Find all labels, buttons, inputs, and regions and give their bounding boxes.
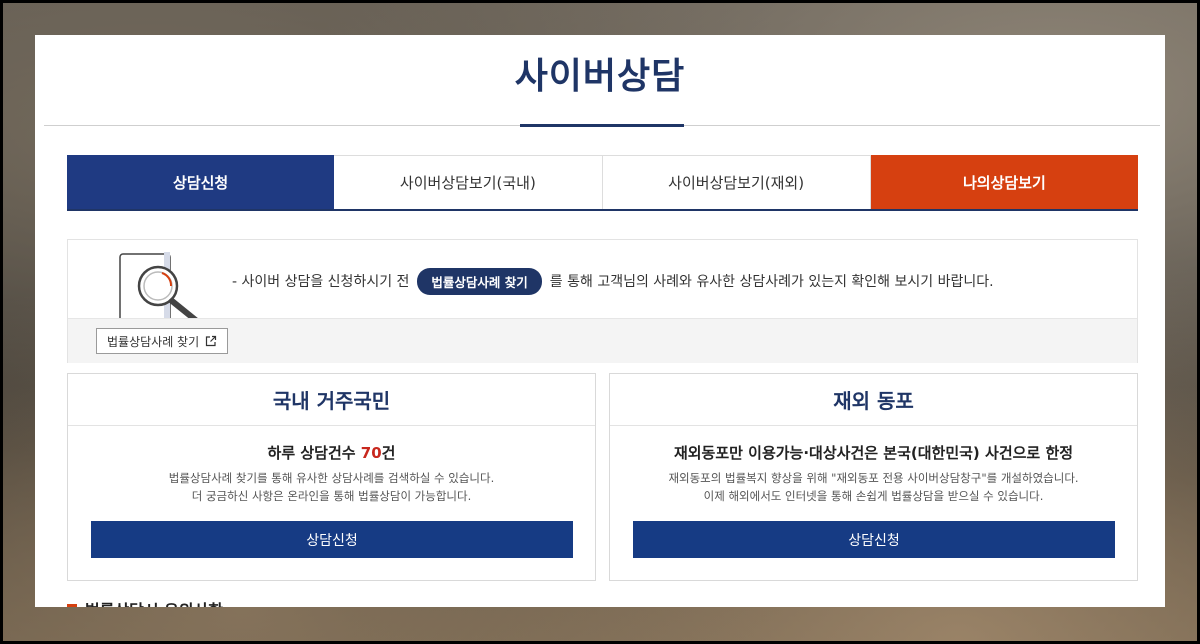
notice-box: - 사이버 상담을 신청하시기 전 법률상담사례 찾기 를 통해 고객님의 사례… <box>67 239 1138 363</box>
case-search-pill[interactable]: 법률상담사례 찾기 <box>417 267 542 295</box>
notice-text: - 사이버 상담을 신청하시기 전 법률상담사례 찾기 를 통해 고객님의 사례… <box>232 267 994 295</box>
tab-apply[interactable]: 상담신청 <box>67 155 335 209</box>
title-accent-bar <box>520 124 684 127</box>
domestic-card-title: 국내 거주국민 <box>68 374 595 426</box>
tab-view-domestic[interactable]: 사이버상담보기(국내) <box>334 155 603 209</box>
section-heading-text: 법률상담시 유의사항 <box>85 597 223 607</box>
overseas-desc-line2: 이제 해외에서도 인터넷을 통해 손쉽게 법률상담을 받으실 수 있습니다. <box>703 489 1044 503</box>
tab-view-overseas[interactable]: 사이버상담보기(재외) <box>602 155 871 209</box>
domestic-apply-button[interactable]: 상담신청 <box>91 521 573 558</box>
overseas-card: 재외 동포 재외동포만 이용가능·대상사건은 본국(대한민국) 사건으로 한정 … <box>609 373 1138 581</box>
domestic-desc-line1: 법률상담사례 찾기를 통해 유사한 상담사례를 검색하실 수 있습니다. <box>168 471 495 485</box>
page-title: 사이버상담 <box>514 56 686 97</box>
case-search-button[interactable]: 법률상담사례 찾기 <box>96 328 229 354</box>
notice-footer <box>68 318 1137 363</box>
overseas-card-title: 재외 동포 <box>610 374 1137 426</box>
tab-my-consultations[interactable]: 나의상담보기 <box>870 155 1138 209</box>
overseas-description: 재외동포의 법률복지 향상을 위해 "재외동포 전용 사이버상담창구"를 개설하… <box>610 469 1137 505</box>
notice-prefix: - 사이버 상담을 신청하시기 전 <box>232 274 410 290</box>
content-panel: 사이버상담 상담신청 사이버상담보기(국내) 사이버상담보기(재외) 나의상담보… <box>35 35 1165 607</box>
domestic-desc-line2: 더 궁금하신 사항은 온라인을 통해 법률상담이 가능합니다. <box>191 489 472 503</box>
domestic-card: 국내 거주국민 하루 상담건수 70건 법률상담사례 찾기를 통해 유사한 상담… <box>67 373 596 581</box>
domestic-daily-limit: 하루 상담건수 70건 <box>68 442 595 463</box>
section-heading-cautions: 법률상담시 유의사항 <box>67 599 223 607</box>
overseas-desc-line1: 재외동포의 법률복지 향상을 위해 "재외동포 전용 사이버상담창구"를 개설하… <box>668 471 1079 485</box>
tab-bar: 상담신청 사이버상담보기(국내) 사이버상담보기(재외) 나의상담보기 <box>67 155 1138 211</box>
overseas-eligibility: 재외동포만 이용가능·대상사건은 본국(대한민국) 사건으로 한정 <box>673 444 1074 462</box>
daily-limit-suffix: 건 <box>381 444 396 462</box>
external-link-icon <box>206 335 217 347</box>
case-search-button-label: 법률상담사례 찾기 <box>107 334 200 349</box>
bullet-square-icon <box>67 604 77 607</box>
daily-limit-count: 70 <box>360 444 382 462</box>
domestic-description: 법률상담사례 찾기를 통해 유사한 상담사례를 검색하실 수 있습니다. 더 궁… <box>68 469 595 505</box>
document-search-icon <box>119 252 198 318</box>
daily-limit-prefix: 하루 상담건수 <box>267 444 361 462</box>
overseas-apply-button[interactable]: 상담신청 <box>633 521 1115 558</box>
notice-suffix: 를 통해 고객님의 사례와 유사한 상담사례가 있는지 확인해 보시기 바랍니다… <box>549 274 994 290</box>
